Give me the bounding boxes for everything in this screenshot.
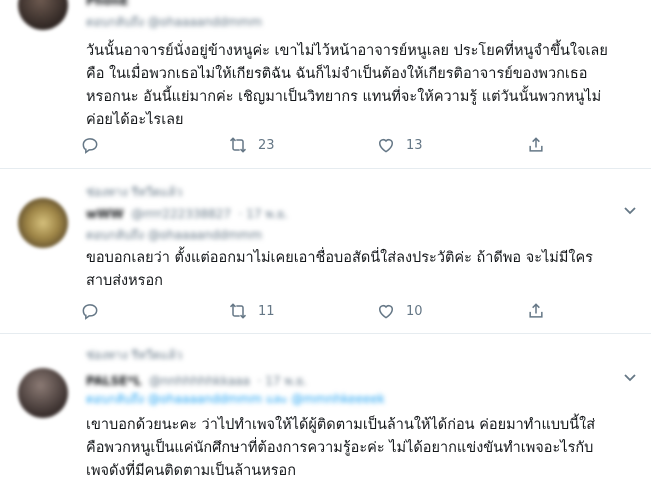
retweet-button[interactable]: 23 — [228, 134, 275, 156]
tweet-text-line: วันนั้นอาจารย์นั่งอยู่ข้างหนูค่ะ เขาไม่ไ… — [86, 43, 608, 59]
retweet-button[interactable]: 11 — [228, 300, 275, 322]
share-icon — [529, 303, 543, 318]
retweet-context: ช่องทาง รีทวีตแล้ว — [86, 185, 183, 199]
tweet-text-line: คือ ในเมื่อพวกเธอไม่ให้เกียรติฉัน ฉันก็ไ… — [86, 66, 588, 82]
share-icon — [529, 137, 543, 152]
tweet-actions: 23 13 — [80, 134, 560, 156]
tweet-header: wWW @rrrr222338827 · 17 พ.ย. — [86, 207, 288, 221]
author-handle[interactable]: @rrrr222338827 — [131, 207, 231, 221]
tweet-text: ขอบอกเลยว่า ตั้งแต่ออกมาไม่เคยเอาชื่อบอส… — [86, 247, 646, 293]
tweet-text-line: เพจดังที่มีคนติดตามเป็นล้านหรอก — [86, 463, 297, 479]
tweet-text-line: สาบส่งหรอก — [86, 273, 163, 289]
author-name[interactable]: Ph0nE — [86, 0, 128, 8]
tweet[interactable]: ช่องทาง รีทวีตแล้ว PALSE*L @nnhhhhhkkaaa… — [0, 334, 651, 481]
author-handle[interactable]: @nnhhhhhkkaaa — [149, 374, 250, 388]
reply-context: ตอบกลับถึง @ohaaaanddmmm — [86, 226, 262, 245]
tweet-text: เขาบอกด้วยนะคะ ว่าไปทำเพจให้ได้ผู้ติดตาม… — [86, 414, 646, 483]
retweet-context: ช่องทาง รีทวีตแล้ว — [86, 348, 183, 362]
avatar[interactable] — [18, 368, 68, 418]
tweet-actions: 11 10 — [80, 300, 560, 322]
reply-icon — [82, 138, 98, 154]
like-button[interactable]: 13 — [376, 134, 423, 156]
reply-icon — [82, 304, 98, 320]
tweet-text: วันนั้นอาจารย์นั่งอยู่ข้างหนูค่ะ เขาไม่ไ… — [86, 40, 646, 132]
tweet-header: PALSE*L @nnhhhhhkkaaa · 17 พ.ย. — [86, 374, 307, 388]
tweet[interactable]: ช่องทาง รีทวีตแล้ว wWW @rrrr222338827 · … — [0, 169, 651, 333]
reply-to-text[interactable]: ตอบกลับถึง @ohaaaanddmmm — [86, 228, 262, 242]
timestamp[interactable]: 17 พ.ย. — [246, 207, 288, 221]
retweet-icon — [229, 303, 247, 319]
like-icon — [379, 139, 393, 153]
author-name[interactable]: PALSE*L — [86, 374, 141, 388]
retweet-count: 11 — [258, 303, 275, 319]
share-button[interactable] — [526, 300, 546, 322]
tweet-text-line: คือพวกหนูเป็นแค่นักศึกษาที่ต้องการความรู… — [86, 440, 594, 456]
reply-to-text[interactable]: ตอบกลับถึง @ohaaaanddmmm — [86, 15, 262, 29]
reply-to-text[interactable]: ตอบกลับถึง @ohaaaanddmmm และ @mmnhkeeeek — [86, 392, 385, 406]
reply-button[interactable] — [80, 134, 110, 156]
like-icon — [379, 305, 393, 319]
tweet[interactable]: Ph0nE ตอบกลับถึง @ohaaaanddmmm วันนั้นอา… — [0, 0, 651, 168]
share-button[interactable] — [526, 134, 546, 156]
chevron-down-icon[interactable] — [623, 370, 637, 384]
author-name[interactable]: wWW — [86, 207, 124, 221]
chevron-down-icon[interactable] — [623, 203, 637, 217]
like-count: 10 — [406, 303, 423, 319]
like-button[interactable]: 10 — [376, 300, 423, 322]
tweet-text-line: เขาบอกด้วยนะคะ ว่าไปทำเพจให้ได้ผู้ติดตาม… — [86, 417, 596, 433]
like-count: 13 — [406, 137, 423, 153]
retweet-icon — [229, 137, 247, 153]
reply-context: ตอบกลับถึง @ohaaaanddmmm และ @mmnhkeeeek — [86, 390, 385, 409]
avatar[interactable] — [18, 0, 68, 30]
tweet-text-line: หรอกนะ อันนี้แย่มากค่ะ เชิญมาเป็นวิทยากร… — [86, 89, 602, 105]
tweet-text-line: ค่อยได้อะไรเลย — [86, 112, 184, 128]
retweet-count: 23 — [258, 137, 275, 153]
reply-button[interactable] — [80, 300, 110, 322]
tweet-feed: Ph0nE ตอบกลับถึง @ohaaaanddmmm วันนั้นอา… — [0, 0, 651, 481]
reply-context: ตอบกลับถึง @ohaaaanddmmm — [86, 13, 262, 32]
avatar[interactable] — [18, 198, 68, 248]
timestamp[interactable]: 17 พ.ย. — [265, 374, 307, 388]
tweet-text-line: ขอบอกเลยว่า ตั้งแต่ออกมาไม่เคยเอาชื่อบอส… — [86, 250, 593, 266]
